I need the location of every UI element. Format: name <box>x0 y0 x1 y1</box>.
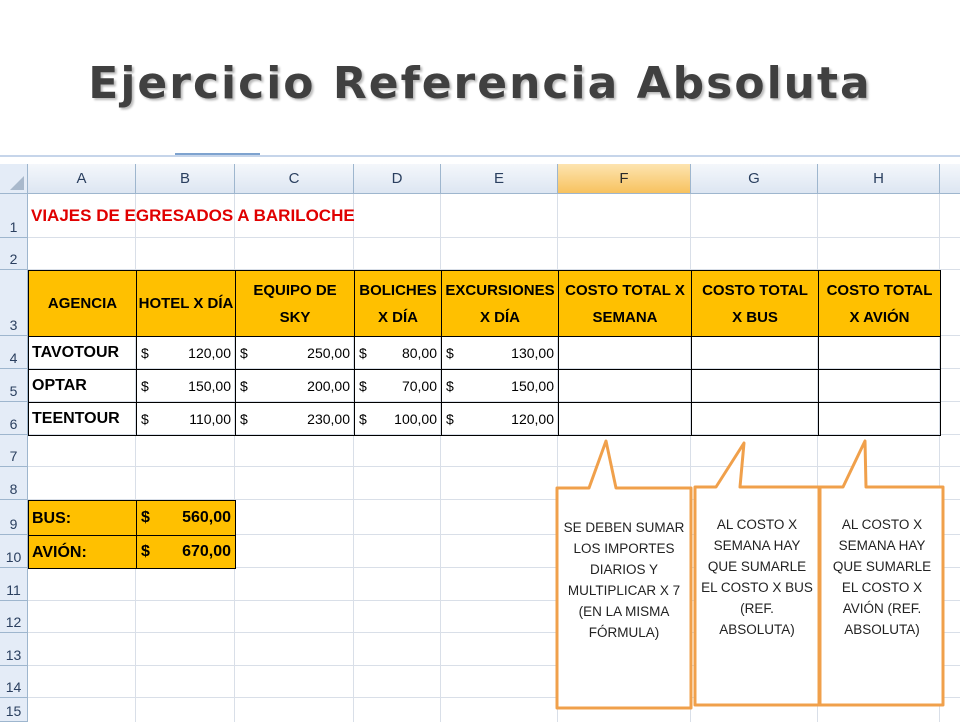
callout-text-1: SE DEBEN SUMAR LOS IMPORTES DIARIOS Y MU… <box>563 520 685 640</box>
callout-text-2: AL COSTO X SEMANA HAY QUE SUMARLE EL COS… <box>701 517 813 637</box>
callout-text-3: AL COSTO X SEMANA HAY QUE SUMARLE EL COS… <box>832 517 932 637</box>
callouts-shapes <box>555 439 945 710</box>
